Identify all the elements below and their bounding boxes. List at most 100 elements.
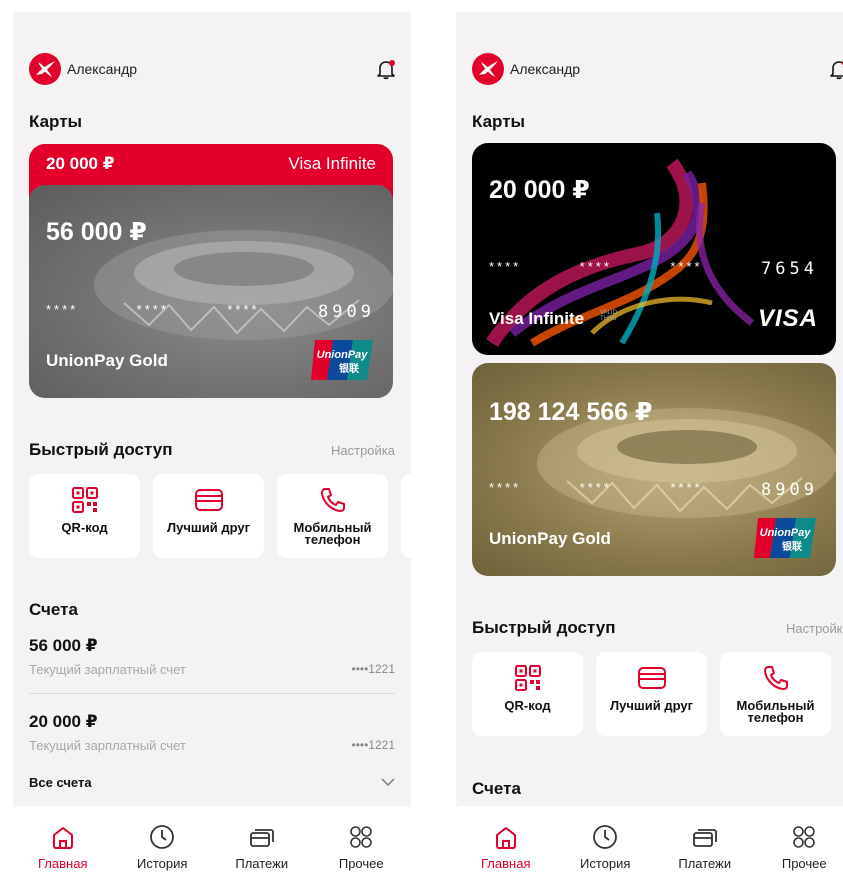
account-amount: 20 000 ₽ [29, 712, 98, 731]
quick-tile-qr[interactable]: QR-код [29, 474, 140, 558]
header: Александр [29, 52, 397, 86]
card-number-mask: **** [489, 480, 522, 495]
card-amount: 56 000 ₽ [46, 218, 147, 246]
quick-tile-label: QR-код [61, 520, 108, 535]
qr-code-icon [514, 665, 541, 691]
chevron-down-icon [381, 778, 395, 787]
card-number: **** **** **** 8909 [489, 480, 818, 500]
account-amount: 56 000 ₽ [29, 636, 98, 655]
quick-tile-label: Лучший друг [610, 698, 693, 713]
card-number-mask: **** [579, 259, 612, 274]
tab-label: Платежи [678, 856, 732, 871]
card-number-mask: **** [670, 480, 703, 495]
card-name: Visa Infinite [489, 309, 585, 328]
quick-access-settings-link[interactable]: Настройка [331, 443, 395, 458]
unionpay-text: UnionPay [760, 527, 812, 539]
header: Александр [472, 52, 843, 86]
tab-history[interactable]: История [113, 806, 213, 880]
card-last4: 8909 [318, 302, 375, 322]
tab-home[interactable]: Главная [13, 806, 113, 880]
tab-home[interactable]: Главная [456, 806, 556, 880]
clock-icon [593, 825, 618, 849]
cards-title: Карты [29, 112, 83, 131]
quick-tile-best-friend[interactable]: Лучший друг [153, 474, 264, 558]
bottom-tab-bar: Главная История Платежи Прочее [13, 806, 411, 880]
home-icon [52, 827, 73, 849]
tab-more[interactable]: Прочее [312, 806, 412, 880]
tab-label: Главная [481, 856, 531, 871]
quick-access-title: Быстрый доступ [29, 440, 173, 459]
unionpay-gold-card[interactable]: 198 124 566 ₽ **** **** **** 8909 UnionP… [472, 363, 836, 576]
quick-tile-best-friend[interactable]: Лучший друг [596, 652, 707, 736]
card-amount: 198 124 566 ₽ [489, 398, 653, 426]
cards-icon [692, 829, 717, 847]
valid-thru-label: VALID THRU [600, 310, 617, 322]
unionpay-gold-card[interactable]: 56 000 ₽ **** **** **** 8909 UnionPay Go… [29, 185, 393, 398]
card-icon [194, 489, 223, 511]
divider [29, 693, 395, 694]
unionpay-logo-icon: UnionPay 银联 [309, 338, 375, 382]
account-number: ••••1221 [351, 662, 396, 676]
account-item[interactable]: 56 000 ₽ Текущий зарплатный счет ••••122… [29, 636, 395, 677]
unionpay-text: UnionPay [317, 349, 369, 361]
bell-icon[interactable] [828, 58, 843, 80]
unionpay-cn-text: 银联 [339, 362, 359, 375]
card-amount: 20 000 ₽ [489, 176, 590, 204]
accounts-title: Счета [472, 779, 521, 798]
unionpay-logo-icon: UnionPay 银联 [752, 516, 818, 560]
bank-logo-icon [29, 53, 61, 85]
phone-screen-home-a: Александр Карты 20 000 ₽ Visa Infinite 5… [13, 12, 411, 880]
quick-access-title: Быстрый доступ [472, 618, 616, 637]
quick-tile-label-line2: телефон [747, 710, 804, 725]
tab-payments[interactable]: Платежи [212, 806, 312, 880]
card-number-mask: **** [489, 259, 522, 274]
qr-code-icon [71, 487, 98, 513]
bottom-tab-bar: Главная История Платежи Прочее [456, 806, 843, 880]
user-name[interactable]: Александр [67, 61, 137, 77]
account-description: Текущий зарплатный счет [29, 662, 186, 677]
phone-screen-home-b: Александр Карты 20 000 ₽ **** **** **** … [456, 12, 843, 880]
all-accounts-label: Все счета [29, 775, 92, 790]
tab-label: Платежи [235, 856, 289, 871]
phone-icon [320, 488, 345, 512]
card-number-mask: **** [579, 480, 612, 495]
bank-logo-icon [472, 53, 504, 85]
unionpay-cn-text: 银联 [782, 540, 802, 553]
tab-history[interactable]: История [556, 806, 656, 880]
cards-icon [249, 829, 274, 847]
quick-tile-label: QR-код [504, 698, 551, 713]
account-number: ••••1221 [351, 738, 396, 752]
tab-label: История [137, 856, 188, 871]
visa-logo-icon: VISA [757, 305, 818, 332]
tab-more[interactable]: Прочее [755, 806, 843, 880]
visa-infinite-card[interactable]: 20 000 ₽ **** **** **** 7654 Visa Infini… [472, 143, 836, 355]
quick-tile-qr[interactable]: QR-код [472, 652, 583, 736]
tab-label: История [580, 856, 631, 871]
accounts-title: Счета [29, 600, 78, 619]
quick-tile-partial[interactable] [401, 474, 411, 558]
quick-access-settings-link[interactable]: Настройка [786, 621, 843, 636]
quick-tile-mobile-phone[interactable]: Мобильный телефон [720, 652, 831, 736]
quick-access-row: QR-код Лучший друг Мобильный телефон [472, 652, 831, 736]
user-name[interactable]: Александр [510, 61, 580, 77]
quick-tile-mobile-phone[interactable]: Мобильный телефон [277, 474, 388, 558]
bell-icon[interactable] [375, 58, 397, 80]
quick-access-row: QR-код Лучший друг Мобильный телефон [29, 474, 411, 558]
tab-label: Прочее [781, 856, 827, 871]
cards-title: Карты [472, 112, 526, 131]
card-number: **** **** **** 8909 [46, 302, 375, 322]
phone-icon [763, 666, 788, 690]
card-number-mask: **** [670, 259, 703, 274]
tab-payments[interactable]: Платежи [655, 806, 755, 880]
grid-icon [793, 826, 816, 848]
card-number: **** **** **** 7654 [489, 259, 818, 279]
card-number-mask: **** [136, 302, 169, 317]
card-number-mask: **** [46, 302, 79, 317]
card-amount: 20 000 ₽ [46, 154, 115, 173]
card-name: UnionPay Gold [46, 351, 168, 370]
all-accounts-toggle[interactable]: Все счета [29, 775, 395, 790]
card-number-mask: **** [227, 302, 260, 317]
account-item[interactable]: 20 000 ₽ Текущий зарплатный счет ••••122… [29, 712, 395, 753]
card-last4: 8909 [761, 480, 818, 500]
card-last4: 7654 [761, 259, 818, 279]
